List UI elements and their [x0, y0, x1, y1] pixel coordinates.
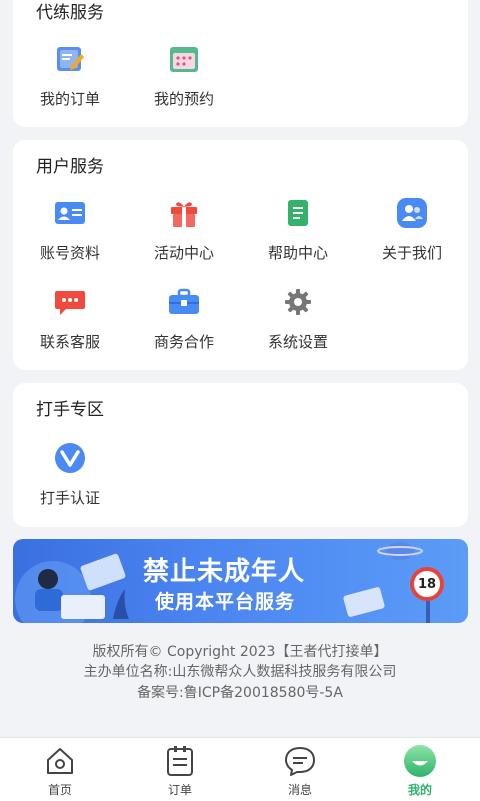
section-title: 用户服务 — [36, 157, 104, 177]
calendar-icon — [167, 42, 201, 76]
banner-line2: 使用本平台服务 — [155, 591, 296, 613]
gear-icon — [281, 285, 315, 319]
bottom-tab-bar: 首页 订单 消息 我的 — [0, 737, 480, 801]
item-label: 商务合作 — [153, 333, 214, 351]
section-title: 打手专区 — [36, 400, 104, 420]
item-label: 关于我们 — [381, 244, 442, 262]
age-18-sign: 18 — [410, 567, 444, 601]
account-info-item[interactable]: 账号资料 — [15, 196, 125, 263]
user-service-card: 用户服务 账号资料 活动中心 帮助中心 关于我们 联系客服 商务合作 系统设置 — [13, 140, 468, 370]
item-label: 我的订单 — [39, 90, 100, 108]
verify-v-icon — [53, 441, 87, 475]
id-card-icon — [53, 196, 87, 230]
users-icon — [395, 196, 429, 230]
help-center-item[interactable]: 帮助中心 — [243, 196, 353, 263]
tab-profile[interactable]: 我的 — [380, 744, 460, 798]
player-zone-card: 打手专区 打手认证 — [13, 383, 468, 527]
system-settings-item[interactable]: 系统设置 — [243, 285, 353, 352]
my-orders-item[interactable]: 我的订单 — [15, 42, 125, 109]
tab-label: 我的 — [407, 783, 432, 797]
gift-icon — [167, 196, 201, 230]
about-us-item[interactable]: 关于我们 — [357, 196, 467, 263]
item-label: 联系客服 — [39, 333, 100, 351]
home-icon — [43, 744, 77, 778]
item-label: 帮助中心 — [267, 244, 328, 262]
tab-home[interactable]: 首页 — [20, 744, 100, 798]
my-appointments-item[interactable]: 我的预约 — [129, 42, 239, 109]
item-label: 活动中心 — [153, 244, 214, 262]
business-cooperation-item[interactable]: 商务合作 — [129, 285, 239, 352]
item-label: 打手认证 — [39, 489, 100, 507]
chat-icon — [53, 285, 87, 319]
message-icon — [283, 744, 317, 778]
copyright-text: 版权所有© Copyright 2023【王者代打接单】 — [92, 644, 388, 660]
tab-label: 首页 — [47, 783, 72, 797]
daipei-service-card: 代练服务 我的订单 我的预约 — [13, 0, 468, 127]
minor-prohibition-banner[interactable]: 禁止未成年人 使用本平台服务 18 — [13, 539, 468, 623]
activity-center-item[interactable]: 活动中心 — [129, 196, 239, 263]
tab-label: 消息 — [287, 783, 312, 797]
item-label: 账号资料 — [39, 244, 100, 262]
age-18-text: 18 — [417, 576, 437, 592]
tab-orders[interactable]: 订单 — [140, 744, 220, 798]
tab-messages[interactable]: 消息 — [260, 744, 340, 798]
item-label: 系统设置 — [267, 333, 328, 351]
briefcase-icon — [167, 285, 201, 319]
icp-text: 备案号:鲁ICP备20018580号-5A — [137, 685, 343, 701]
sponsor-text: 主办单位名称:山东微帮众人数据科技服务有限公司 — [83, 664, 397, 680]
edit-note-icon — [53, 42, 87, 76]
item-label: 我的预约 — [153, 90, 214, 108]
order-list-icon — [163, 744, 197, 778]
tab-label: 订单 — [167, 783, 192, 797]
section-title: 代练服务 — [36, 3, 104, 23]
contact-service-item[interactable]: 联系客服 — [15, 285, 125, 352]
player-verify-item[interactable]: 打手认证 — [15, 441, 125, 508]
document-icon — [281, 196, 315, 230]
banner-line1: 禁止未成年人 — [143, 557, 306, 587]
profile-icon — [403, 744, 437, 778]
